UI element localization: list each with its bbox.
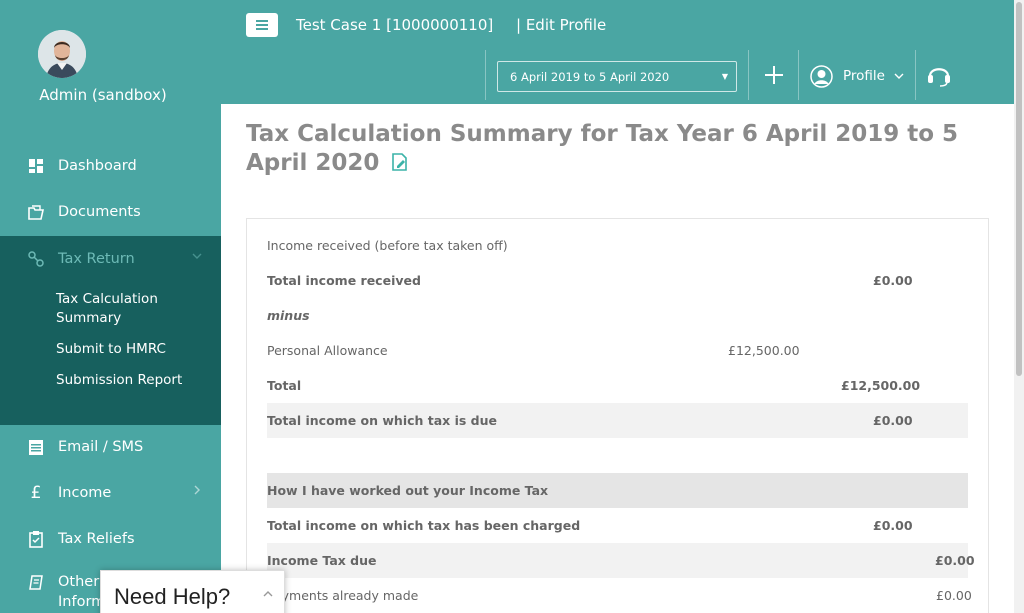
divider	[748, 50, 749, 100]
profile-menu[interactable]: Profile	[810, 63, 905, 89]
submenu-item-submit-to-hmrc[interactable]: Submit to HMRC	[56, 340, 206, 359]
sidebar-item-label: Dashboard	[58, 158, 137, 174]
table-row: Total income on which tax has been charg…	[267, 518, 913, 533]
clipboard-icon	[25, 530, 47, 548]
page-title: Tax Calculation Summary for Tax Year 6 A…	[246, 120, 986, 178]
user-avatar[interactable]	[38, 30, 86, 78]
divider	[485, 50, 486, 100]
tax-year-select-value: 6 April 2019 to 5 April 2020	[510, 69, 670, 84]
table-row: Income Tax due £0.00	[267, 543, 975, 578]
chevron-right-icon	[191, 484, 203, 500]
table-row: Payments already made £0.00	[267, 588, 972, 603]
menu-toggle-button[interactable]	[246, 13, 278, 37]
sidebar: Admin (sandbox) Dashboard Documents Tax …	[0, 0, 221, 613]
documents-icon	[25, 204, 47, 220]
need-help-widget[interactable]: Need Help?	[100, 570, 285, 613]
sidebar-item-label: Tax Reliefs	[58, 531, 135, 547]
pound-icon: £	[30, 483, 42, 503]
support-button[interactable]	[927, 62, 951, 92]
sidebar-item-income[interactable]: £ Income	[0, 470, 221, 516]
scrollbar-thumb[interactable]	[1016, 2, 1022, 376]
table-section-header: How I have worked out your Income Tax	[267, 473, 968, 508]
sidebar-item-label: Documents	[58, 204, 141, 220]
table-row: Income received (before tax taken off)	[267, 238, 508, 253]
sidebar-item-tax-return[interactable]: Tax Return	[0, 236, 221, 282]
case-title: Test Case 1 [1000000110]	[296, 16, 494, 34]
tax-year-select[interactable]: 6 April 2019 to 5 April 2020 ▼	[497, 61, 737, 92]
table-row: Total £12,500.00	[267, 378, 921, 393]
page-title-text: Tax Calculation Summary for Tax Year 6 A…	[246, 121, 959, 176]
user-circle-icon	[810, 64, 833, 88]
headset-icon	[928, 68, 950, 87]
divider	[915, 50, 916, 100]
table-row: minus	[267, 308, 310, 323]
table-row: Total income received £0.00	[267, 273, 913, 288]
table-row: Personal Allowance £12,500.00	[267, 343, 800, 358]
edit-document-icon[interactable]	[391, 153, 409, 172]
add-button[interactable]	[761, 61, 787, 89]
chevron-down-icon	[191, 250, 203, 266]
tax-return-icon	[25, 251, 47, 267]
sidebar-item-tax-reliefs[interactable]: Tax Reliefs	[0, 516, 221, 562]
divider	[798, 50, 799, 100]
sidebar-item-dashboard[interactable]: Dashboard	[0, 143, 221, 189]
tax-return-submenu: Tax Return Tax Calculation Summary Submi…	[0, 236, 221, 425]
book-icon	[25, 575, 47, 590]
need-help-label: Need Help?	[114, 584, 231, 609]
sidebar-item-label: Email / SMS	[58, 439, 144, 455]
dashboard-icon	[25, 159, 47, 173]
sidebar-item-label: Income	[58, 485, 112, 501]
chevron-up-icon[interactable]	[262, 585, 274, 604]
table-row: Total income on which tax is due £0.00	[267, 403, 968, 438]
sidebar-item-email-sms[interactable]: Email / SMS	[0, 424, 221, 470]
message-icon	[25, 439, 47, 455]
submenu-item-submission-report[interactable]: Submission Report	[56, 371, 206, 390]
edit-profile-link[interactable]: | Edit Profile	[516, 16, 606, 34]
plus-icon	[765, 66, 783, 84]
chevron-down-icon	[894, 73, 904, 79]
sidebar-item-documents[interactable]: Documents	[0, 189, 221, 235]
caret-down-icon: ▼	[721, 72, 728, 81]
user-name: Admin (sandbox)	[39, 86, 167, 104]
top-bar: Test Case 1 [1000000110] | Edit Profile …	[221, 0, 1014, 104]
submenu-item-tax-calculation-summary[interactable]: Tax Calculation Summary	[56, 290, 206, 328]
sidebar-item-label: Tax Return	[58, 251, 135, 267]
hamburger-icon	[256, 20, 268, 30]
profile-label: Profile	[843, 68, 885, 84]
